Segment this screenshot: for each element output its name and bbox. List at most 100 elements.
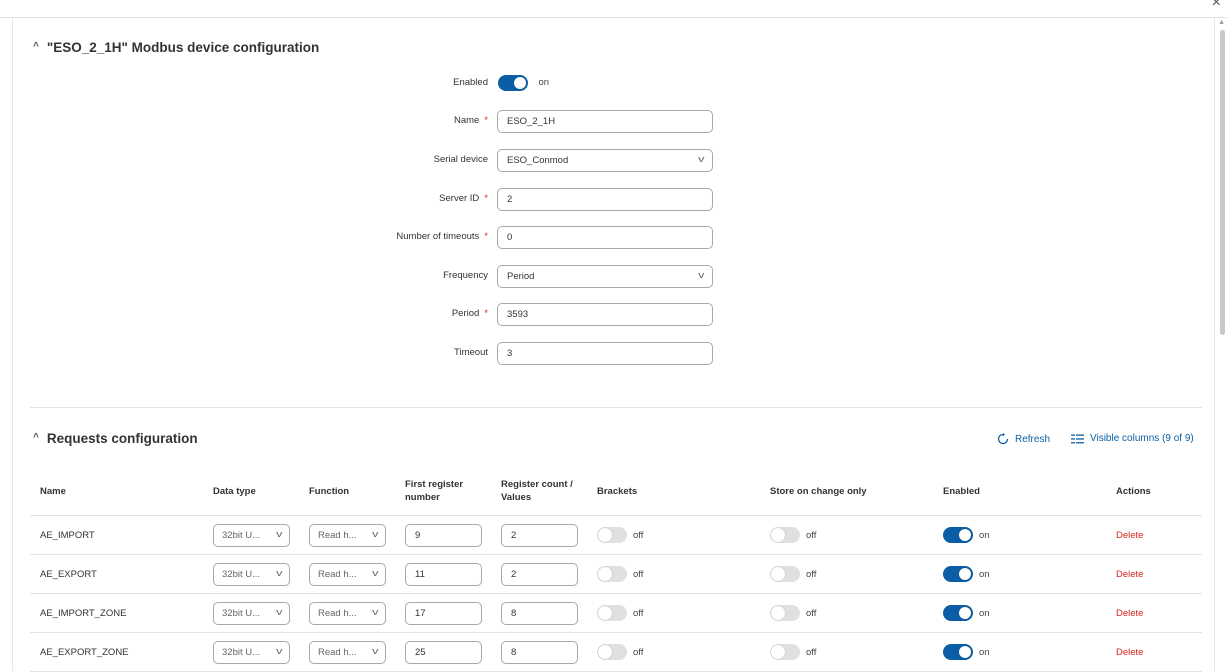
enabled-state: on [538,77,550,89]
row-name: AE_EXPORT_ZONE [40,646,129,658]
function-select[interactable]: Read h... v [309,523,386,547]
brackets-toggle[interactable] [597,605,627,621]
data-type-select[interactable]: 32bit U... v [213,562,290,586]
timeouts-input[interactable]: 0 [497,226,713,249]
period-input[interactable]: 3593 [497,303,713,326]
register-count-input[interactable]: 8 [501,640,578,664]
brackets-toggle[interactable] [597,527,627,543]
row-name: AE_IMPORT_ZONE [40,607,127,619]
data-type-select[interactable]: 32bit U... v [213,640,290,664]
first-register-input[interactable]: 17 [405,601,482,625]
col-header-function[interactable]: Function [309,485,349,498]
row-enabled-toggle[interactable] [943,566,973,582]
frequency-label: Frequency [443,270,488,281]
row-enabled-toggle[interactable] [943,644,973,660]
first-register-input[interactable]: 9 [405,523,482,547]
enabled-row: Enabled on [13,72,1216,96]
enabled-toggle[interactable] [498,74,528,91]
brackets-toggle[interactable] [597,566,627,582]
frequency-select[interactable]: Period v [497,265,713,288]
row-enabled-state: on [979,607,990,619]
table-row: AE_EXPORT_ZONE 32bit U... v Read h... v 25… [30,633,1202,672]
col-header-enabled[interactable]: Enabled [943,485,980,498]
device-section-header[interactable]: ^ "ESO_2_1H" Modbus device configuration [33,40,319,55]
enabled-label: Enabled [453,77,488,88]
close-icon[interactable]: × [1212,0,1221,12]
col-header-data-type[interactable]: Data type [213,485,256,498]
register-count-input[interactable]: 2 [501,523,578,547]
function-select[interactable]: Read h... v [309,640,386,664]
server-id-row: Server ID * 2 [13,188,1216,212]
store-on-change-toggle[interactable] [770,527,800,543]
visible-columns-button[interactable]: Visible columns (9 of 9) [1071,433,1194,444]
col-header-brackets[interactable]: Brackets [597,485,637,498]
register-count-input[interactable]: 8 [501,601,578,625]
chevron-up-icon[interactable]: ^ [33,41,39,52]
refresh-button[interactable]: Refresh [997,433,1050,445]
chevron-down-icon: v [697,270,704,280]
col-header-first-register[interactable]: First register number [405,478,463,504]
server-id-input[interactable]: 2 [497,188,713,211]
store-on-change-state: off [806,646,817,658]
col-header-store-on-change[interactable]: Store on change only [770,485,867,498]
chevron-up-icon[interactable]: ^ [33,432,39,443]
timeout-row: Timeout 3 [13,342,1216,366]
data-type-select[interactable]: 32bit U... v [213,601,290,625]
store-on-change-toggle[interactable] [770,566,800,582]
device-section-title: "ESO_2_1H" Modbus device configuration [46,40,320,55]
row-enabled-toggle[interactable] [943,605,973,621]
delete-link[interactable]: Delete [1116,569,1143,580]
row-enabled-state: on [979,568,990,580]
chevron-down-icon: v [371,645,378,656]
chevron-down-icon: v [371,567,378,578]
function-select[interactable]: Read h... v [309,601,386,625]
col-header-name[interactable]: Name [40,485,66,498]
server-id-label: Server ID * [439,193,488,204]
brackets-state: off [633,607,644,619]
name-label: Name * [453,115,488,126]
table-row: AE_IMPORT 32bit U... v Read h... v 9 2 off… [30,516,1202,555]
name-input[interactable]: ESO_2_1H [497,110,713,133]
register-count-input[interactable]: 2 [501,562,578,586]
serial-device-row: Serial device ESO_Conmod v [13,149,1216,173]
chevron-down-icon: v [371,528,378,539]
row-enabled-state: on [979,529,990,541]
chevron-down-icon: v [275,606,282,617]
frequency-row: Frequency Period v [13,265,1216,289]
brackets-state: off [633,646,644,658]
data-type-select[interactable]: 32bit U... v [213,523,290,547]
store-on-change-state: off [806,568,817,580]
col-header-register-count[interactable]: Register count / Values [501,478,573,504]
first-register-input[interactable]: 25 [405,640,482,664]
delete-link[interactable]: Delete [1116,608,1143,619]
name-row: Name * ESO_2_1H [13,110,1216,134]
period-row: Period * 3593 [13,303,1216,327]
brackets-state: off [633,529,644,541]
timeout-input[interactable]: 3 [497,342,713,365]
window-top-bar: × [0,0,1227,18]
first-register-input[interactable]: 11 [405,562,482,586]
chevron-down-icon: v [697,154,704,164]
timeouts-row: Number of timeouts * 0 [13,226,1216,250]
scrollbar-thumb[interactable] [1220,30,1225,335]
row-enabled-toggle[interactable] [943,527,973,543]
requests-section-title: Requests configuration [46,431,198,446]
store-on-change-toggle[interactable] [770,605,800,621]
timeouts-label: Number of timeouts * [396,231,488,242]
function-select[interactable]: Read h... v [309,562,386,586]
col-header-actions: Actions [1116,486,1151,497]
serial-device-label: Serial device [433,154,488,165]
delete-link[interactable]: Delete [1116,530,1143,541]
scroll-up-icon[interactable]: ▲ [1218,19,1225,26]
serial-device-select[interactable]: ESO_Conmod v [497,149,713,172]
store-on-change-state: off [806,607,817,619]
serial-device-value: ESO_Conmod [507,155,569,166]
store-on-change-state: off [806,529,817,541]
delete-link[interactable]: Delete [1116,647,1143,658]
brackets-state: off [633,568,644,580]
requests-section-header[interactable]: ^ Requests configuration [33,431,198,446]
visible-columns-label: Visible columns (9 of 9) [1090,433,1194,444]
brackets-toggle[interactable] [597,644,627,660]
timeout-label: Timeout [454,347,488,358]
store-on-change-toggle[interactable] [770,644,800,660]
